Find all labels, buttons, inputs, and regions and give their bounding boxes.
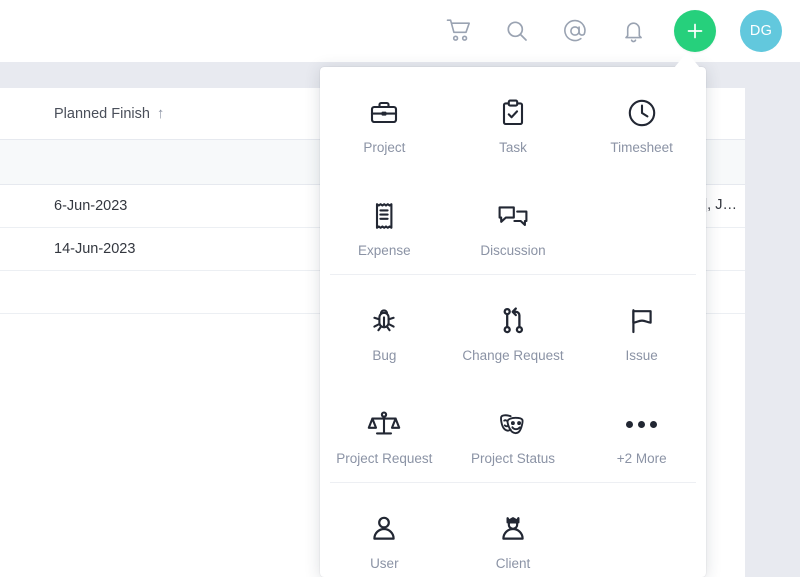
menu-item-discussion[interactable]: Discussion	[449, 171, 578, 274]
menu-item-label: User	[370, 556, 399, 571]
cell-planned-finish: 14-Jun-2023	[54, 241, 136, 257]
ellipsis-icon	[626, 405, 658, 443]
menu-item-label: Project Status	[470, 451, 556, 466]
column-header-planned-finish[interactable]: Planned Finish ↑	[0, 106, 164, 122]
add-new-dropdown-menu: Project Task Timesheet Expense Discussio…	[320, 67, 706, 577]
at-mention-icon[interactable]	[558, 14, 592, 48]
menu-item-issue[interactable]: Issue	[577, 276, 706, 379]
app-root: Planned Finish ↑ 6-Jun-2023 %], J… 14-Ju…	[0, 0, 800, 577]
menu-item-label: Task	[499, 140, 527, 155]
menu-grid: Project Task Timesheet Expense Discussio…	[320, 68, 706, 274]
menu-caret-icon	[674, 52, 700, 68]
menu-grid-spacer	[577, 171, 706, 274]
add-new-button[interactable]	[674, 10, 716, 52]
menu-item-project-request[interactable]: Project Request	[320, 379, 449, 482]
menu-item-label: Expense	[358, 243, 411, 258]
menu-item-label: Change Request	[462, 348, 564, 363]
menu-item-bug[interactable]: Bug	[320, 276, 449, 379]
menu-grid-spacer	[577, 484, 706, 577]
sort-ascending-icon[interactable]: ↑	[157, 106, 165, 121]
client-crown-icon	[498, 510, 528, 548]
menu-section-work-items: Project Task Timesheet Expense Discussio…	[320, 67, 706, 274]
flag-icon	[626, 302, 658, 340]
user-icon	[369, 510, 399, 548]
menu-item-label: Issue	[625, 348, 658, 363]
theater-masks-icon	[496, 405, 530, 443]
menu-item-user[interactable]: User	[320, 484, 449, 577]
menu-item-task[interactable]: Task	[449, 68, 578, 171]
avatar-initials: DG	[749, 23, 773, 39]
menu-item-label: Project	[363, 140, 406, 155]
menu-item-label: +2 More	[616, 451, 667, 466]
receipt-icon	[368, 197, 400, 235]
chat-bubbles-icon	[496, 197, 530, 235]
menu-item-project[interactable]: Project	[320, 68, 449, 171]
menu-grid: User Client	[320, 484, 706, 577]
bug-icon	[368, 302, 400, 340]
menu-item-label: Project Request	[336, 451, 433, 466]
menu-item-more[interactable]: +2 More	[577, 379, 706, 482]
menu-item-label: Timesheet	[610, 140, 673, 155]
cell-planned-finish: 6-Jun-2023	[54, 198, 128, 214]
menu-item-client[interactable]: Client	[449, 484, 578, 577]
menu-item-project-status[interactable]: Project Status	[449, 379, 578, 482]
menu-item-label: Discussion	[480, 243, 546, 258]
search-icon[interactable]	[500, 14, 534, 48]
topbar-actions: DG	[442, 10, 782, 52]
briefcase-icon	[368, 94, 400, 132]
menu-section-tracking-items: Bug Change Request Issue Project Request…	[320, 275, 706, 482]
scales-icon	[367, 405, 401, 443]
cart-icon[interactable]	[442, 14, 476, 48]
clipboard-check-icon	[497, 94, 529, 132]
menu-item-expense[interactable]: Expense	[320, 171, 449, 274]
column-header-label: Planned Finish	[54, 105, 150, 122]
menu-item-change-request[interactable]: Change Request	[449, 276, 578, 379]
menu-grid: Bug Change Request Issue Project Request…	[320, 276, 706, 482]
user-avatar[interactable]: DG	[740, 10, 782, 52]
clock-icon	[626, 94, 658, 132]
menu-section-people-items: User Client	[320, 483, 706, 577]
pull-request-icon	[497, 302, 529, 340]
bell-icon[interactable]	[616, 14, 650, 48]
menu-item-label: Bug	[372, 348, 397, 363]
menu-item-label: Client	[495, 556, 531, 571]
menu-item-timesheet[interactable]: Timesheet	[577, 68, 706, 171]
